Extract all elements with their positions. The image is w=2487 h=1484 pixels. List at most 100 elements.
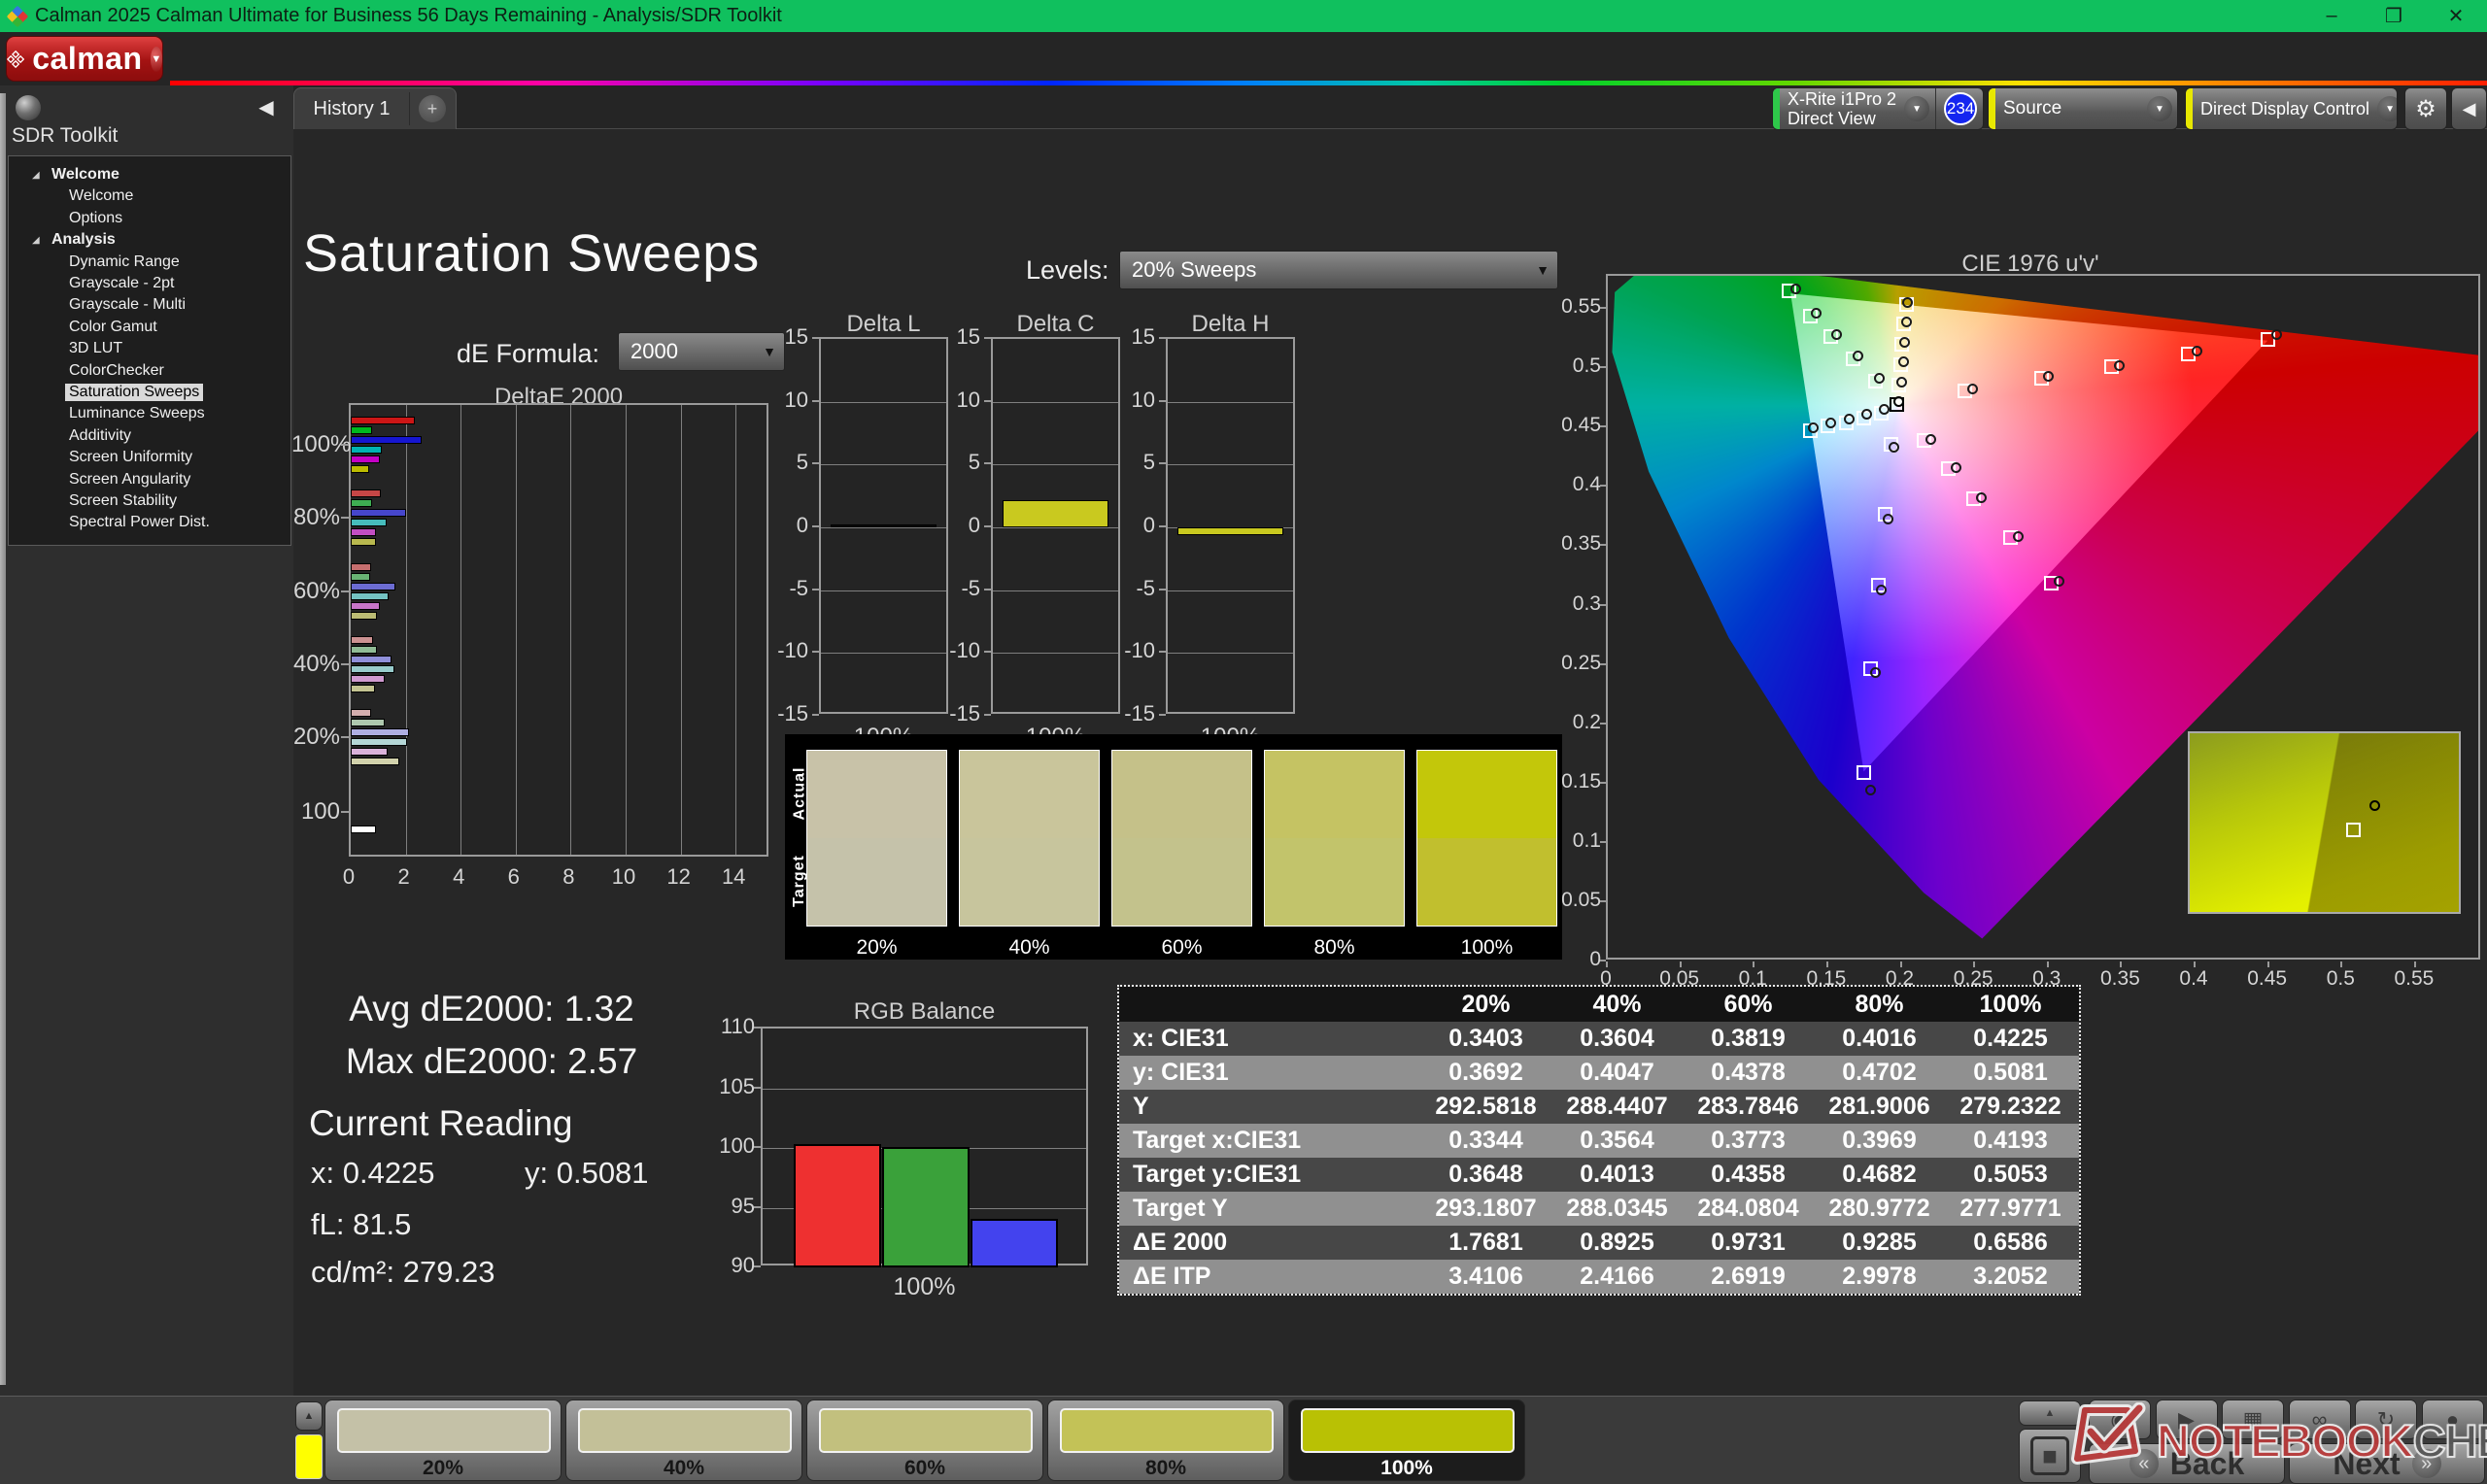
sidebar-item-dynamic-range[interactable]: Dynamic Range xyxy=(9,252,290,273)
logo-menu-caret[interactable]: ▼ xyxy=(150,46,162,72)
saturation-button-40%[interactable]: 40% xyxy=(565,1400,802,1481)
sidebar-item-grayscale-2pt[interactable]: Grayscale - 2pt xyxy=(9,273,290,294)
sidebar-item-grayscale-multi[interactable]: Grayscale - Multi xyxy=(9,294,290,316)
maximize-button[interactable]: ❐ xyxy=(2363,0,2425,32)
sidebar-item-colorchecker[interactable]: ColorChecker xyxy=(9,360,290,382)
y-tick-mark xyxy=(984,651,991,654)
swatch-button-label: 60% xyxy=(903,1457,946,1479)
cie-x-tick: 0.55 xyxy=(2394,967,2435,990)
sidebar-item-screen-angularity[interactable]: Screen Angularity xyxy=(9,469,290,490)
yellow-measured-circle xyxy=(1897,356,1909,368)
y-tick-mark xyxy=(341,444,349,446)
cie-chart: CIE 1976 u'v' 0 0 0.05 0.05 0.1 0.1 0.15 0.15 0.… xyxy=(1561,251,2487,990)
saturation-button-80%[interactable]: 80% xyxy=(1047,1400,1284,1481)
delta-l-chart: Delta L151050-5-10-15100% xyxy=(767,311,962,750)
cell-value: 0.3648 xyxy=(1448,1161,1523,1188)
panel-up-button[interactable]: ▲ xyxy=(2019,1400,2081,1426)
loop-button[interactable]: ∞ xyxy=(2288,1400,2351,1439)
sidebar-item-3d-lut[interactable]: 3D LUT xyxy=(9,338,290,359)
calman-logo-button[interactable]: calman ▼ xyxy=(6,36,163,82)
sidebar-item-color-gamut[interactable]: Color Gamut xyxy=(9,317,290,338)
sidebar-item-saturation-sweeps[interactable]: Saturation Sweeps xyxy=(9,382,290,403)
y-tick: 10 xyxy=(956,387,980,412)
levels-dropdown[interactable]: 20% Sweeps ▼ xyxy=(1119,251,1558,289)
tick-mark xyxy=(1899,961,1902,967)
stop-button[interactable]: ■ xyxy=(2019,1429,2081,1483)
y-tick: 10 xyxy=(784,387,808,412)
swatch-pair xyxy=(1416,750,1557,927)
tree-expand-icon[interactable]: ◢ xyxy=(32,170,40,181)
column-header: 20% xyxy=(1461,990,1511,1018)
settings-button[interactable]: ⚙ xyxy=(2404,87,2447,130)
panel-collapse-button[interactable]: ◀ xyxy=(2451,87,2487,130)
bar-green xyxy=(351,499,373,507)
swatch-scroll-up-button[interactable]: ▲ xyxy=(295,1401,323,1431)
record-button[interactable]: ● xyxy=(2421,1400,2484,1439)
cell-value: 0.4225 xyxy=(1973,1025,2048,1052)
sidebar-item-welcome[interactable]: Welcome xyxy=(9,186,290,207)
row-label: x: CIE31 xyxy=(1133,1025,1229,1052)
cell-value: 0.4016 xyxy=(1842,1025,1917,1052)
cell-value: 0.8925 xyxy=(1580,1229,1654,1256)
target-swatch xyxy=(1112,838,1251,926)
sidebar-item-label: Saturation Sweeps xyxy=(65,384,204,401)
add-tab-button[interactable]: + xyxy=(419,95,446,122)
cell-value: 0.3403 xyxy=(1448,1025,1523,1052)
sidebar-item-screen-uniformity[interactable]: Screen Uniformity xyxy=(9,447,290,468)
play-button[interactable]: ▶ xyxy=(2155,1400,2218,1439)
chevron-down-icon: ▼ xyxy=(2147,96,2172,121)
source-dropdown[interactable]: Source ▼ xyxy=(1988,87,2178,130)
next-button[interactable]: Next » xyxy=(2289,1443,2485,1484)
display-control-dropdown[interactable]: Direct Display Control ▼ xyxy=(2185,87,2398,130)
sidebar-item-label: Color Gamut xyxy=(69,318,157,335)
calman-diamond-icon xyxy=(7,50,25,68)
camera-button[interactable]: ◉ xyxy=(2089,1400,2151,1439)
de-formula-dropdown[interactable]: 2000 ▼ xyxy=(618,332,785,371)
group-label: 80% xyxy=(292,504,340,530)
saturation-button-20%[interactable]: 20% xyxy=(324,1400,562,1481)
y-tick: -5 xyxy=(961,575,980,600)
y-tick: 100 xyxy=(719,1133,755,1158)
swatch-pair xyxy=(1264,750,1405,927)
back-button[interactable]: « Back xyxy=(2089,1443,2285,1484)
saturation-button-100%[interactable]: 100% xyxy=(1288,1400,1525,1481)
delta_c-title: Delta C xyxy=(1016,311,1095,337)
sidebar-item-label: ColorChecker xyxy=(69,361,164,379)
sidebar-item-spectral-power-dist-[interactable]: Spectral Power Dist. xyxy=(9,512,290,533)
tree-expand-icon[interactable]: ◢ xyxy=(32,235,40,246)
refresh-button[interactable]: ↻ xyxy=(2355,1400,2417,1439)
meter-dropdown[interactable]: X-Rite i1Pro 2 Direct View ▼ 234 xyxy=(1772,87,1984,130)
sidebar-item-luminance-sweeps[interactable]: Luminance Sweeps xyxy=(9,403,290,424)
close-button[interactable]: ✕ xyxy=(2425,0,2487,32)
gear-icon: ⚙ xyxy=(2415,95,2436,122)
sidebar-scrollbar[interactable] xyxy=(0,93,6,1385)
sidebar-item-welcome[interactable]: ◢ Welcome xyxy=(9,164,290,186)
minimize-button[interactable]: – xyxy=(2300,0,2363,32)
back-label: Back xyxy=(2169,1445,2245,1481)
sidebar-item-additivity[interactable]: Additivity xyxy=(9,425,290,447)
play-icon: ▶ xyxy=(2178,1406,2195,1432)
layout-button[interactable]: ▦ xyxy=(2222,1400,2284,1439)
yellow-measured-circle xyxy=(1899,336,1911,348)
sidebar-item-options[interactable]: Options xyxy=(9,208,290,229)
cie-x-tick: 0.35 xyxy=(2099,967,2140,990)
sidebar-item-label: Grayscale - 2pt xyxy=(69,275,175,291)
tab-history-1[interactable]: History 1 + xyxy=(293,87,457,129)
sidebar-item-screen-stability[interactable]: Screen Stability xyxy=(9,490,290,512)
gridline xyxy=(993,464,1118,466)
red-measured-circle xyxy=(2270,329,2282,341)
bar-green xyxy=(351,573,371,581)
y-tick-mark xyxy=(812,588,819,590)
cie-y-tick: 0.5 xyxy=(1572,354,1601,378)
active-color-swatch xyxy=(295,1434,323,1479)
sidebar-item-analysis[interactable]: ◢ Analysis xyxy=(9,229,290,251)
current-cdm2: cd/m²: 279.23 xyxy=(311,1255,495,1289)
saturation-button-60%[interactable]: 60% xyxy=(806,1400,1043,1481)
swatch-label: 20% xyxy=(856,936,898,959)
sphere-button[interactable] xyxy=(16,95,41,120)
cell-value: 277.9771 xyxy=(1959,1195,2061,1222)
cell-value: 288.4407 xyxy=(1566,1093,1668,1120)
cyan-measured-circle xyxy=(1808,422,1820,433)
swatch-pair xyxy=(806,750,947,927)
sidebar-collapse-icon[interactable]: ◀ xyxy=(249,91,284,122)
